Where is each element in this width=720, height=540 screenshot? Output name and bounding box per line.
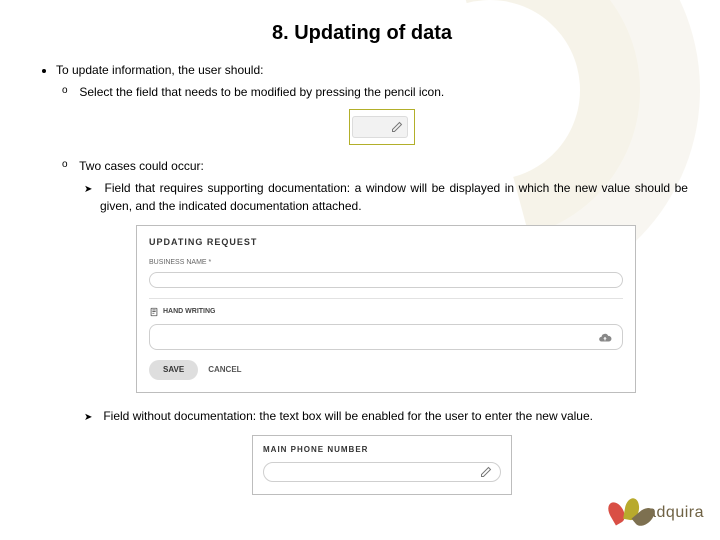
sub2-text: Two cases could occur: bbox=[79, 159, 204, 173]
editable-field-mock bbox=[352, 116, 408, 138]
case2-text: Field without documentation: the text bo… bbox=[103, 409, 593, 423]
intro-text: To update information, the user should: bbox=[56, 63, 263, 77]
case1-text: Field that requires supporting documenta… bbox=[100, 181, 688, 213]
business-name-input[interactable] bbox=[149, 272, 623, 288]
field-label: BUSINESS NAME * bbox=[149, 258, 623, 269]
sub2-item: Two cases could occur: Field that requir… bbox=[76, 157, 688, 495]
pencil-icon bbox=[480, 466, 492, 478]
upload-area[interactable] bbox=[149, 324, 623, 350]
save-button[interactable]: SAVE bbox=[149, 360, 198, 380]
dialog-title: UPDATING REQUEST bbox=[149, 236, 623, 250]
pencil-icon bbox=[391, 121, 403, 133]
cloud-upload-icon bbox=[598, 331, 612, 345]
sub1-item: Select the field that needs to be modifi… bbox=[76, 83, 688, 157]
figure-phone-field: MAIN PHONE NUMBER bbox=[252, 435, 512, 495]
cancel-button[interactable]: CANCEL bbox=[208, 364, 241, 376]
case2-item: Field without documentation: the text bo… bbox=[100, 407, 688, 425]
phone-label: MAIN PHONE NUMBER bbox=[263, 444, 501, 456]
sub1-text: Select the field that needs to be modifi… bbox=[79, 85, 444, 99]
section-title: 8. Updating of data bbox=[36, 22, 688, 45]
intro-item: To update information, the user should: … bbox=[56, 61, 688, 495]
document-icon bbox=[149, 307, 159, 317]
phone-input[interactable] bbox=[263, 462, 501, 482]
figure-update-dialog: UPDATING REQUEST BUSINESS NAME * HAND WR… bbox=[136, 225, 636, 393]
figure-pencil-field bbox=[349, 109, 415, 145]
case1-item: Field that requires supporting documenta… bbox=[100, 179, 688, 215]
section-label: HAND WRITING bbox=[163, 307, 216, 318]
